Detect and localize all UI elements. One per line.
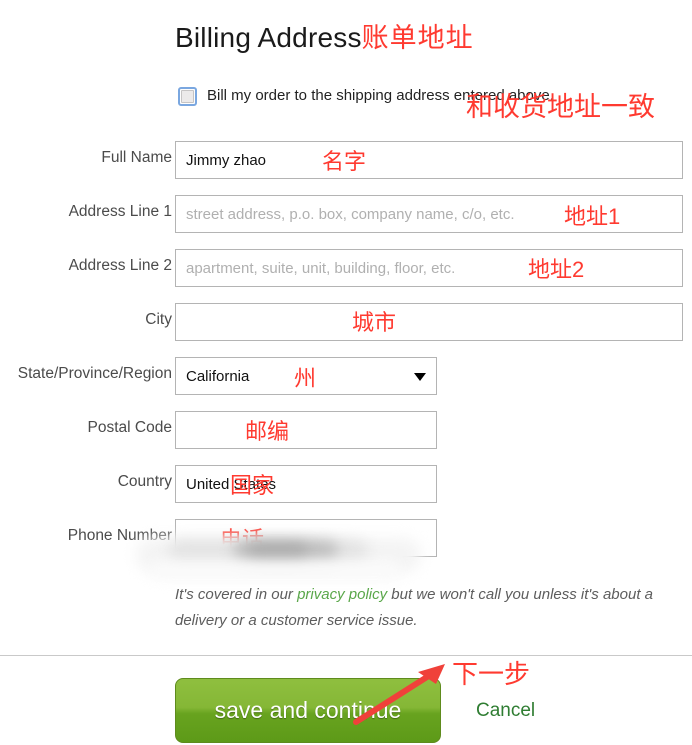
form-row-state: State/Province/Region California 州 (0, 353, 692, 407)
billing-address-form: Full Name Jimmy zhao 名字 Address Line 1 s… (0, 137, 692, 569)
input-full-name[interactable]: Jimmy zhao (175, 141, 683, 179)
label-city: City (145, 311, 172, 328)
label-postal-code: Postal Code (87, 419, 172, 436)
input-phone-number[interactable] (175, 519, 437, 557)
input-country[interactable]: United States (175, 465, 437, 503)
input-postal-code[interactable] (175, 411, 437, 449)
label-address-line-2: Address Line 2 (68, 257, 172, 274)
form-row-phone-number: Phone Number 电话 (0, 515, 692, 569)
form-row-full-name: Full Name Jimmy zhao 名字 (0, 137, 692, 191)
label-phone-number: Phone Number (67, 527, 172, 544)
label-full-name: Full Name (101, 149, 172, 166)
footer-divider (0, 655, 692, 656)
checkbox-inner (181, 90, 194, 103)
bill-to-shipping-label: Bill my order to the shipping address en… (207, 87, 554, 104)
label-state: State/Province/Region (17, 365, 172, 382)
placeholder-address-line-1: street address, p.o. box, company name, … (186, 205, 515, 223)
label-country: Country (117, 473, 172, 490)
bill-to-shipping-checkbox-row[interactable]: Bill my order to the shipping address en… (178, 86, 554, 106)
input-address-line-1[interactable]: street address, p.o. box, company name, … (175, 195, 683, 233)
form-row-address-line-1: Address Line 1 street address, p.o. box,… (0, 191, 692, 245)
page-title-en: Billing Address (175, 22, 362, 53)
privacy-policy-link[interactable]: privacy policy (297, 586, 387, 603)
privacy-text-before: It's covered in our (175, 586, 298, 603)
privacy-note: It's covered in our privacy policy but w… (175, 582, 675, 634)
annotation-next-step-cn: 下一步 (452, 659, 531, 689)
input-city[interactable] (175, 303, 683, 341)
input-address-line-2[interactable]: apartment, suite, unit, building, floor,… (175, 249, 683, 287)
page-title-annotation-cn: 账单地址 (361, 23, 474, 53)
form-row-city: City 城市 (0, 299, 692, 353)
select-state[interactable]: California (175, 357, 437, 395)
page-title: Billing Address账单地址 (175, 20, 474, 56)
cancel-button[interactable]: Cancel (476, 700, 535, 722)
label-address-line-1: Address Line 1 (68, 203, 172, 220)
value-state: California (186, 367, 250, 385)
value-full-name: Jimmy zhao (186, 151, 267, 169)
bill-to-shipping-checkbox[interactable] (178, 87, 197, 106)
form-row-country: Country United States 国家 (0, 461, 692, 515)
placeholder-address-line-2: apartment, suite, unit, building, floor,… (186, 259, 456, 277)
save-and-continue-button[interactable]: save and continue (175, 678, 441, 743)
form-row-postal-code: Postal Code 邮编 (0, 407, 692, 461)
chevron-down-icon (414, 373, 426, 381)
value-country: United States (186, 475, 277, 493)
form-row-address-line-2: Address Line 2 apartment, suite, unit, b… (0, 245, 692, 299)
